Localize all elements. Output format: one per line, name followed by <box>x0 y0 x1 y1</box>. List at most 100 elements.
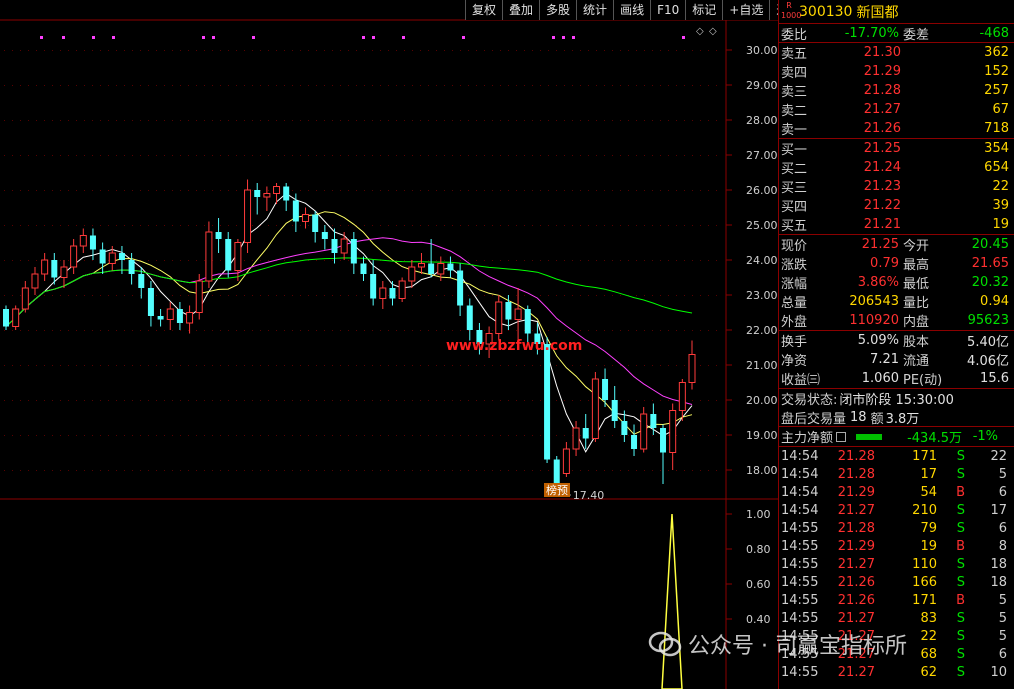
buy-level-row[interactable]: 买三 21.23 22 <box>779 177 1014 196</box>
grid-dot <box>84 365 85 366</box>
main-flow-row[interactable]: 主力净额 -434.5万 -1% <box>779 427 1014 447</box>
grid-dot <box>404 400 405 401</box>
quote-row: 外盘 110920 内盘 95623 <box>779 311 1014 330</box>
grid-dot <box>100 155 101 156</box>
grid-dot <box>276 225 277 226</box>
grid-dot <box>172 50 173 51</box>
sell-level-price: 21.27 <box>863 102 901 117</box>
grid-dot <box>92 120 93 121</box>
candle-body-up <box>591 378 599 439</box>
buy-level-row[interactable]: 买五 21.21 19 <box>779 215 1014 234</box>
grid-dot <box>164 435 165 436</box>
grid-dot <box>628 400 629 401</box>
grid-dot <box>148 435 149 436</box>
grid-dot <box>4 365 5 366</box>
sell-level-row[interactable]: 卖二 21.27 67 <box>779 100 1014 119</box>
grid-dot <box>564 190 565 191</box>
grid-dot <box>340 365 341 366</box>
grid-dot <box>172 120 173 121</box>
grid-dot <box>28 155 29 156</box>
grid-dot <box>484 435 485 436</box>
toolbar-button-4[interactable]: 画线 <box>613 0 650 20</box>
grid-dot <box>692 435 693 436</box>
sell-level-row[interactable]: 卖四 21.29 152 <box>779 62 1014 81</box>
grid-dot <box>188 120 189 121</box>
grid-dot <box>228 120 229 121</box>
price-tick-label: 26.00 <box>746 184 778 197</box>
grid-dot <box>260 365 261 366</box>
toolbar-button-2[interactable]: 多股 <box>539 0 576 20</box>
grid-dot <box>156 225 157 226</box>
grid-dot <box>156 295 157 296</box>
tick-side: S <box>956 466 965 482</box>
grid-dot <box>44 365 45 366</box>
tick-time: 14:54 <box>781 466 819 482</box>
grid-dot <box>468 155 469 156</box>
buy-level-row[interactable]: 买四 21.22 39 <box>779 196 1014 215</box>
grid-dot <box>4 190 5 191</box>
grid-dot <box>204 225 205 226</box>
grid-dot <box>676 50 677 51</box>
grid-dot <box>500 260 501 261</box>
candle-body-up <box>195 280 203 313</box>
grid-dot <box>292 330 293 331</box>
grid-dot <box>340 330 341 331</box>
list-icon[interactable] <box>836 431 847 442</box>
fundamental-label: 流通 <box>903 354 930 369</box>
grid-dot <box>508 120 509 121</box>
candle-body-up <box>234 242 242 271</box>
toolbar-button-3[interactable]: 统计 <box>576 0 613 20</box>
double-diamond-icon[interactable]: ◇ <box>709 26 717 37</box>
sell-level-row[interactable]: 卖五 21.30 362 <box>779 43 1014 62</box>
kline-chart-area[interactable]: 30.00 29.00 28.00 27.00 26.00 25.00 24.00 23.00… <box>0 0 808 689</box>
grid-dot <box>84 120 85 121</box>
buy-level-price: 21.22 <box>863 198 901 213</box>
grid-dot <box>548 120 549 121</box>
grid-dot <box>180 85 181 86</box>
kline-chart[interactable]: 30.00 29.00 28.00 27.00 26.00 25.00 24.00 23.00… <box>0 0 778 689</box>
toolbar-button-6[interactable]: 标记 <box>685 0 722 20</box>
buy-level-row[interactable]: 买二 21.24 654 <box>779 158 1014 177</box>
stock-header[interactable]: R 1000 300130 新国都 <box>779 0 1014 24</box>
grid-dot <box>188 85 189 86</box>
grid-dot <box>380 435 381 436</box>
candle-body-down <box>283 186 290 201</box>
grid-dot <box>420 85 421 86</box>
grid-dot <box>220 155 221 156</box>
grid-dot <box>556 155 557 156</box>
diamond-icon[interactable]: ◇ <box>696 26 704 37</box>
grid-dot <box>508 85 509 86</box>
fundamental-value: 15.6 <box>980 371 1009 386</box>
grid-dot <box>652 260 653 261</box>
grid-dot <box>156 155 157 156</box>
toolbar-button-7[interactable]: +自选 <box>722 0 769 20</box>
toolbar-button-0[interactable]: 复权 <box>465 0 502 20</box>
candle-body-up <box>186 312 194 324</box>
grid-dot <box>700 190 701 191</box>
grid-dot <box>188 190 189 191</box>
tick-side: S <box>956 628 965 644</box>
grid-dot <box>212 190 213 191</box>
sell-level-row[interactable]: 卖三 21.28 257 <box>779 81 1014 100</box>
grid-dot <box>92 365 93 366</box>
grid-dot <box>644 155 645 156</box>
grid-dot <box>524 470 525 471</box>
grid-dot <box>148 470 149 471</box>
sell-level-volume: 67 <box>992 102 1009 117</box>
candle-body-down <box>99 249 106 264</box>
toolbar-button-1[interactable]: 叠加 <box>502 0 539 20</box>
sell-level-row[interactable]: 卖一 21.26 718 <box>779 119 1014 138</box>
toolbar-button-5[interactable]: F10 <box>650 0 685 20</box>
grid-dot <box>484 155 485 156</box>
grid-dot <box>20 85 21 86</box>
grid-dot <box>340 120 341 121</box>
signal-dot <box>682 36 685 39</box>
grid-dot <box>612 85 613 86</box>
grid-dot <box>492 155 493 156</box>
grid-dot <box>180 330 181 331</box>
grid-dot <box>236 365 237 366</box>
buy-level-price: 21.25 <box>863 141 901 156</box>
grid-dot <box>388 120 389 121</box>
buy-level-row[interactable]: 买一 21.25 354 <box>779 139 1014 158</box>
tick-time: 14:54 <box>781 484 819 500</box>
